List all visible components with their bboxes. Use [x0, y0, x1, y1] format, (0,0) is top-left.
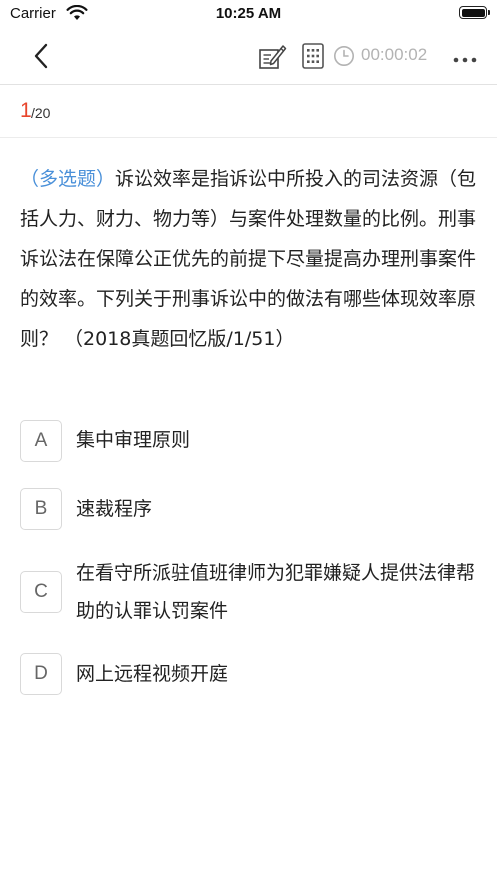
option-letter: B [20, 488, 62, 530]
option-text: 速裁程序 [76, 498, 153, 520]
progress-current: 1 [20, 99, 32, 122]
notes-button[interactable] [257, 41, 287, 71]
back-button[interactable] [28, 42, 56, 70]
back-chevron-icon [34, 43, 48, 69]
more-dots-icon [453, 57, 477, 63]
status-time: 10:25 AM [215, 5, 282, 22]
nav-bar: 00:00:02 [0, 28, 497, 85]
option-d[interactable]: D 网上远程视频开庭 [20, 653, 478, 697]
battery-icon [459, 6, 490, 19]
question-progress: 1 /20 [0, 86, 497, 138]
clock-icon [333, 45, 355, 67]
status-bar: Carrier 10:25 AM [0, 0, 497, 28]
option-letter: A [20, 420, 62, 462]
progress-total: /20 [31, 105, 51, 121]
question-text: 诉讼效率是指诉讼中所投入的司法资源（包括人力、财力、物力等）与案件处理数量的比例… [20, 168, 477, 350]
option-a[interactable]: A 集中审理原则 [20, 419, 478, 463]
option-c[interactable]: C 在看守所派驻值班律师为犯罪嫌疑人提供法律帮助的认罪认罚案件 [20, 554, 478, 632]
option-text: 网上远程视频开庭 [76, 663, 229, 685]
option-text: 集中审理原则 [76, 429, 191, 451]
question-stem: （多选题）诉讼效率是指诉讼中所投入的司法资源（包括人力、财力、物力等）与案件处理… [20, 159, 478, 359]
more-button[interactable] [452, 50, 478, 63]
option-text: 在看守所派驻值班律师为犯罪嫌疑人提供法律帮助的认罪认罚案件 [76, 562, 476, 622]
timer-text: 00:00:02 [361, 45, 428, 64]
option-b[interactable]: B 速裁程序 [20, 488, 478, 532]
answer-card-button[interactable] [301, 42, 325, 70]
option-letter: D [20, 653, 62, 695]
answer-card-grid-icon [302, 43, 324, 69]
question-type: （多选题） [20, 168, 116, 190]
option-letter: C [20, 571, 62, 613]
edit-notes-icon [259, 45, 287, 69]
